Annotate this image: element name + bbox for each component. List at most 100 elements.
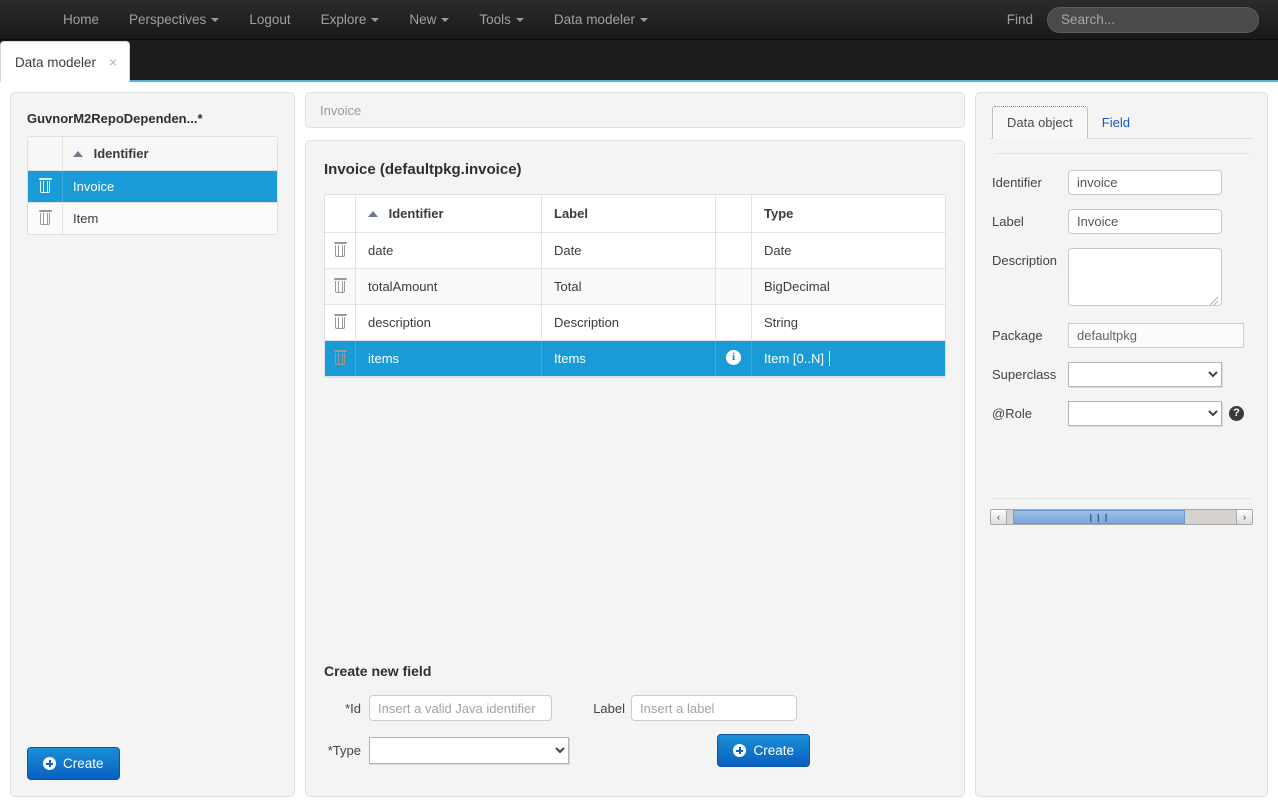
- cell-label: Items: [542, 341, 716, 376]
- new-field-label-input[interactable]: [631, 695, 797, 721]
- label-input[interactable]: [1068, 209, 1222, 234]
- table-row[interactable]: items Items i Item [0..N]: [325, 341, 945, 377]
- search-input[interactable]: [1047, 7, 1259, 33]
- delete-row-button[interactable]: [28, 171, 63, 202]
- role-select[interactable]: [1068, 401, 1222, 426]
- delete-row-button[interactable]: [325, 269, 356, 304]
- table-row[interactable]: totalAmount Total BigDecimal: [325, 269, 945, 305]
- cell-type: String: [752, 305, 945, 340]
- find-label: Find: [1007, 12, 1033, 27]
- header-cell-identifier[interactable]: Identifier: [63, 137, 277, 170]
- delete-row-button[interactable]: [325, 233, 356, 268]
- id-field-label: *Id: [324, 701, 361, 716]
- section-title: Create new field: [324, 663, 946, 679]
- table-header-row: Identifier: [28, 137, 277, 171]
- project-title: GuvnorM2RepoDependen...*: [27, 111, 278, 126]
- chevron-down-icon: [516, 18, 524, 22]
- nav-menu: Home Perspectives Logout Explore New Too…: [48, 0, 663, 40]
- create-data-object-button[interactable]: Create: [27, 747, 120, 780]
- text-cursor: [825, 351, 830, 366]
- header-cell-identifier[interactable]: Identifier: [356, 195, 542, 232]
- cell-label: Date: [542, 233, 716, 268]
- property-row-identifier: Identifier: [992, 170, 1251, 195]
- nav-item-tools[interactable]: Tools: [464, 0, 539, 40]
- nav-item-explore[interactable]: Explore: [306, 0, 395, 40]
- delete-row-button[interactable]: [325, 305, 356, 340]
- nav-item-logout[interactable]: Logout: [234, 0, 305, 40]
- cell-info: [716, 233, 752, 268]
- fields-table: Identifier Label Type date Date: [324, 194, 946, 378]
- description-textarea[interactable]: [1068, 248, 1222, 306]
- nav-item-data-modeler[interactable]: Data modeler: [539, 0, 663, 40]
- cell-identifier: totalAmount: [356, 269, 542, 304]
- nav-item-home[interactable]: Home: [48, 0, 114, 40]
- delete-row-button[interactable]: [325, 341, 356, 376]
- new-field-id-input[interactable]: [369, 695, 552, 721]
- create-field-row-2: *Type Create: [324, 734, 946, 767]
- tab-data-object[interactable]: Data object: [992, 106, 1088, 139]
- cell-info[interactable]: i: [716, 341, 752, 376]
- create-field-button[interactable]: Create: [717, 734, 810, 767]
- nav-item-label: Tools: [479, 0, 511, 40]
- button-label: Create: [63, 756, 104, 771]
- chevron-down-icon: [211, 18, 219, 22]
- header-label: Label: [554, 206, 588, 221]
- cell-identifier: items: [356, 341, 542, 376]
- table-row[interactable]: description Description String: [325, 305, 945, 341]
- nav-item-new[interactable]: New: [394, 0, 464, 40]
- label-field-label: Label: [583, 701, 625, 716]
- cell-label: Total: [542, 269, 716, 304]
- cell-type[interactable]: Item [0..N]: [752, 341, 945, 376]
- trash-icon: [334, 350, 347, 365]
- page-title: Invoice (defaultpkg.invoice): [324, 161, 946, 178]
- info-icon[interactable]: i: [726, 350, 741, 365]
- nav-item-label: Explore: [321, 0, 367, 40]
- create-new-field-section: Create new field *Id Label *Type Crea: [324, 655, 946, 780]
- type-field-label: *Type: [324, 743, 361, 758]
- tab-label: Field: [1102, 115, 1130, 130]
- tab-data-modeler[interactable]: Data modeler ×: [0, 41, 130, 82]
- horizontal-scrollbar[interactable]: ‹ ❙❙❙ ›: [990, 509, 1253, 525]
- property-row-label: Label: [992, 209, 1251, 234]
- table-row[interactable]: Item: [28, 203, 277, 234]
- property-row-package: Package: [992, 323, 1251, 348]
- divider: [992, 498, 1251, 499]
- help-icon[interactable]: ?: [1229, 406, 1244, 421]
- table-row[interactable]: Invoice: [28, 171, 277, 203]
- table-row[interactable]: date Date Date: [325, 233, 945, 269]
- identifier-label: Identifier: [992, 170, 1068, 190]
- identifier-input[interactable]: [1068, 170, 1222, 195]
- role-label: @Role: [992, 401, 1068, 421]
- new-field-type-select[interactable]: [369, 737, 569, 764]
- navbar-right: Find: [1007, 7, 1266, 33]
- header-label: Identifier: [94, 146, 149, 161]
- package-label: Package: [992, 323, 1068, 343]
- data-objects-panel: GuvnorM2RepoDependen...* Identifier Invo…: [10, 92, 295, 797]
- scrollbar-thumb[interactable]: ❙❙❙: [1013, 510, 1185, 524]
- header-cell-type[interactable]: Type: [752, 195, 945, 232]
- nav-item-label: Data modeler: [554, 0, 635, 40]
- chevron-down-icon: [371, 18, 379, 22]
- delete-row-button[interactable]: [28, 203, 63, 234]
- trash-icon: [39, 178, 52, 193]
- cell-identifier: date: [356, 233, 542, 268]
- scroll-left-button[interactable]: ‹: [991, 510, 1007, 524]
- superclass-select[interactable]: [1068, 362, 1222, 387]
- nav-item-label: Home: [63, 0, 99, 40]
- scroll-right-button[interactable]: ›: [1236, 510, 1252, 524]
- property-row-superclass: Superclass: [992, 362, 1251, 387]
- plus-circle-icon: [733, 744, 746, 757]
- close-icon[interactable]: ×: [109, 55, 117, 69]
- chevron-down-icon: [441, 18, 449, 22]
- cell-type-value: Item [0..N]: [764, 351, 824, 366]
- cell-identifier: description: [356, 305, 542, 340]
- scrollbar-track[interactable]: ❙❙❙: [1007, 510, 1236, 524]
- package-input[interactable]: [1068, 323, 1244, 348]
- header-cell-label[interactable]: Label: [542, 195, 716, 232]
- trash-icon: [334, 314, 347, 329]
- superclass-label: Superclass: [992, 362, 1068, 382]
- nav-item-perspectives[interactable]: Perspectives: [114, 0, 234, 40]
- properties-tabs: Data object Field: [990, 105, 1253, 139]
- tab-field[interactable]: Field: [1088, 107, 1144, 138]
- cell-info: [716, 269, 752, 304]
